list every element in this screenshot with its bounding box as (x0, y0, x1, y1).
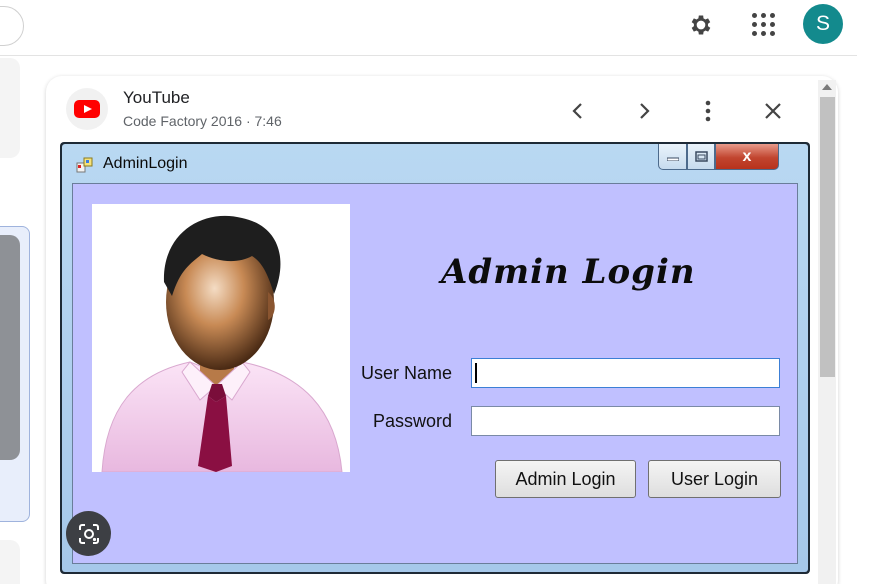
left-thumbnail[interactable] (0, 235, 20, 460)
password-field[interactable] (471, 406, 780, 436)
search-box[interactable] (0, 6, 24, 46)
source-title[interactable]: YouTube (123, 88, 190, 108)
more-vert-icon[interactable] (693, 96, 723, 126)
google-lens-icon[interactable] (66, 511, 111, 556)
gear-icon[interactable] (686, 10, 716, 40)
scroll-up-arrow[interactable] (822, 84, 832, 90)
window-title: AdminLogin (103, 155, 188, 172)
source-subtitle: Code Factory 2016 · 7:46 (123, 113, 282, 129)
admin-login-heading: Admin Login (441, 252, 696, 292)
admin-login-button[interactable]: Admin Login (495, 460, 636, 498)
window-frame: AdminLogin x Admin Login User Name Passw… (62, 144, 808, 572)
chevron-left-icon[interactable] (563, 96, 593, 126)
minimize-button[interactable] (658, 144, 687, 170)
password-label: Password (373, 411, 453, 431)
scrollbar-thumb[interactable] (820, 97, 835, 377)
youtube-icon (66, 88, 108, 130)
text-caret (475, 363, 477, 383)
app-window-icon (76, 157, 93, 173)
right-margin (857, 0, 879, 584)
screen: S YouTube Code Factory 2016 · 7:46 Admin… (0, 0, 879, 584)
user-avatar-image (92, 204, 350, 472)
left-result-card[interactable] (0, 58, 20, 158)
username-field[interactable] (471, 358, 780, 388)
admin-login-window: AdminLogin x Admin Login User Name Passw… (60, 142, 810, 574)
close-icon[interactable] (758, 96, 788, 126)
window-controls: x (658, 144, 779, 172)
username-label: User Name (361, 363, 453, 383)
chevron-right-icon[interactable] (629, 96, 659, 126)
login-form: Admin Login User Name Password Admin Log… (72, 183, 798, 564)
maximize-button[interactable] (687, 144, 715, 170)
account-avatar[interactable]: S (803, 4, 843, 44)
left-result-card-bottom[interactable] (0, 540, 20, 584)
user-login-button[interactable]: User Login (648, 460, 781, 498)
top-bar: S (0, 0, 879, 56)
apps-grid-icon[interactable] (750, 11, 776, 37)
window-close-button[interactable]: x (715, 144, 779, 170)
